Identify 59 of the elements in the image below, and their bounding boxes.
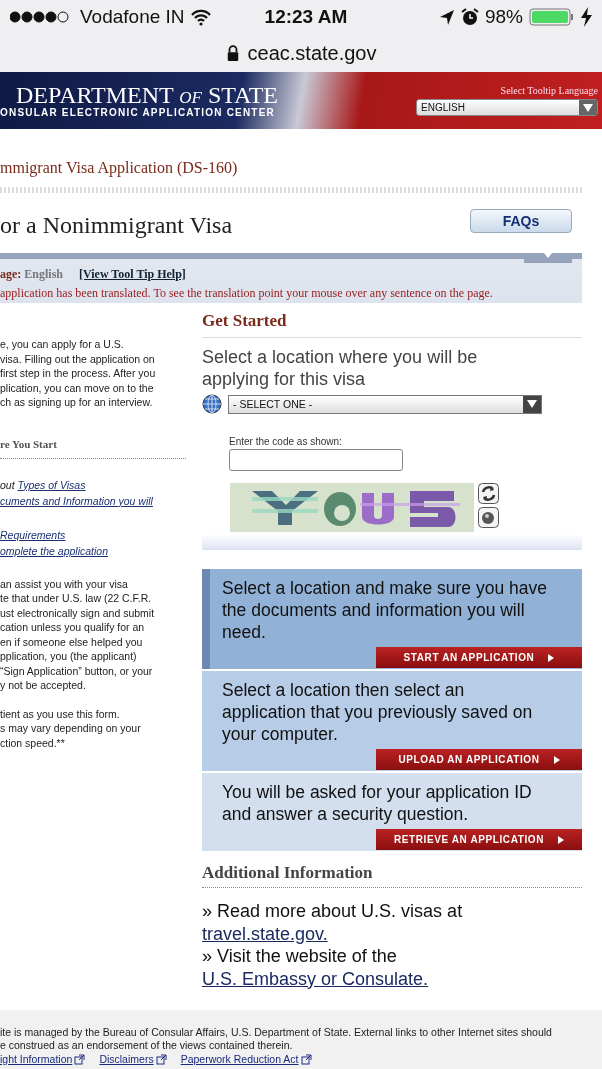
wifi-icon (190, 8, 211, 26)
external-link-icon (300, 1053, 312, 1065)
carrier-name: Vodafone IN (80, 6, 185, 28)
breadcrumb-title: mmigrant Visa Application (DS-160) (0, 159, 238, 176)
intro-paragraph: e, you can apply for a U.S. visa. Filling out the application on first step in the process. After you plication, you can move on to the ch as signing up for an interview. (0, 337, 157, 410)
help-link[interactable]: cuments and Information you will (0, 494, 153, 507)
battery-percent: 98% (484, 6, 523, 28)
clock-time: 12:23 AM (263, 6, 349, 28)
footer-text: ite is managed by the Bureau of Consular Affairs, U.S. Department of State. External links to other Internet sites should e construed as an endorsement of the views contained therein. (0, 1026, 553, 1052)
location-prompt: Select a location where you will be applying for this visa (202, 346, 479, 390)
language-label: Select Tooltip Language (500, 85, 598, 96)
code-input-field[interactable] (229, 449, 403, 471)
tooltip-help-link[interactable]: [View Tool Tip Help] (79, 267, 186, 282)
application-button[interactable]: UPLOAD AN APPLICATION (376, 749, 582, 770)
note-paragraph: an assist you with your visa te that under U.S. law (22 C.F.R. ust electronically sign and submit cation unless you qualify for an en if someone else helped you pplication, you (the applicant) “Sign Application” button, or your y not be accepted. (0, 576, 156, 693)
option-description: You will be asked for your application ID and answer a security question. (222, 781, 533, 825)
caret-icon (583, 103, 593, 112)
location-arrow-icon (438, 9, 455, 25)
external-link-icon (155, 1053, 167, 1065)
play-arrow-icon (548, 653, 555, 662)
collapse-arrow-icon (544, 253, 552, 258)
lock-icon (225, 44, 240, 62)
application-button[interactable]: START AN APPLICATION (376, 647, 582, 668)
option-description: Select a location and make sure you have the documents and information you will need. (222, 577, 548, 643)
note-paragraph: tient as you use this form. s may vary depending on your ction speed.** (0, 706, 142, 750)
info-line: » Visit the website of the U.S. Embassy or Consulate. (202, 945, 430, 990)
section-heading: Additional Information (202, 851, 582, 888)
section-heading: Get Started (202, 303, 582, 338)
page-title: or a Nonimmigrant Visa (0, 210, 233, 239)
faqs-button[interactable]: FAQs (470, 209, 572, 233)
application-button[interactable]: RETRIEVE AN APPLICATION (376, 829, 582, 850)
info-link[interactable]: travel.state.gov. (202, 922, 328, 945)
charging-bolt-icon (580, 7, 592, 27)
footer-link[interactable]: Disclaimers (99, 1053, 167, 1065)
help-link[interactable]: omplete the application (0, 544, 108, 557)
url-text[interactable]: ceac.state.gov (247, 41, 377, 65)
play-arrow-icon (553, 755, 560, 764)
option-description: Select a location then select an application that you previously saved on your computer. (222, 679, 534, 745)
language-select[interactable]: ENGLISH (416, 99, 598, 116)
info-link[interactable]: U.S. Embassy or Consulate. (202, 967, 429, 990)
globe-icon (202, 394, 222, 414)
code-label: Enter the code as shown: (229, 436, 343, 447)
language-status: age: English (0, 267, 64, 282)
info-line: » Read more about U.S. visas at travel.state.gov. (202, 900, 464, 945)
external-link-icon (74, 1053, 86, 1065)
footer-link[interactable]: Paperwork Reduction Act (180, 1053, 312, 1065)
help-link[interactable]: Requirements (0, 528, 66, 541)
help-link[interactable]: Types of Visas (17, 478, 86, 491)
site-subtitle: ONSULAR ELECTRONIC APPLICATION CENTER (0, 107, 276, 118)
refresh-icon (478, 483, 499, 504)
play-arrow-icon (558, 835, 565, 844)
translation-notice: application has been translated. To see the translation point your mouse over any sentence on the page. (0, 286, 494, 301)
battery-icon (529, 8, 574, 26)
section-heading: re You Start (0, 437, 186, 459)
footer-link[interactable]: ight Information (0, 1053, 86, 1065)
caret-icon (527, 400, 537, 408)
alarm-clock-icon (460, 8, 479, 26)
location-select[interactable]: - SELECT ONE - (228, 394, 542, 414)
help-link-line: out Types of Visas (0, 478, 87, 491)
